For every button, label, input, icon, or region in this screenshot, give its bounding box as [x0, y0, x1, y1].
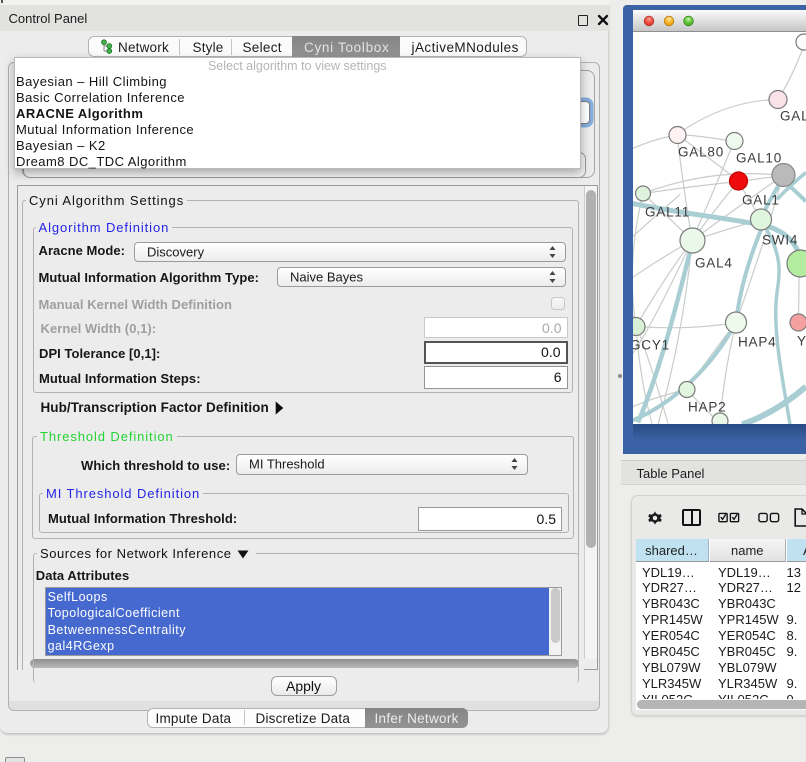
svg-text:Y: Y: [797, 333, 806, 348]
svg-text:HAP4: HAP4: [738, 334, 776, 349]
svg-text:GAL10: GAL10: [736, 150, 782, 165]
svg-text:GCY1: GCY1: [633, 337, 670, 352]
svg-text:HAP2: HAP2: [688, 399, 726, 414]
svg-text:GAL1: GAL1: [742, 192, 780, 207]
svg-text:SWI4: SWI4: [762, 232, 798, 247]
svg-text:GAL7: GAL7: [780, 108, 806, 123]
svg-text:GAL11: GAL11: [645, 204, 690, 219]
svg-text:GAL80: GAL80: [678, 144, 724, 159]
svg-text:GAL4: GAL4: [695, 255, 733, 270]
